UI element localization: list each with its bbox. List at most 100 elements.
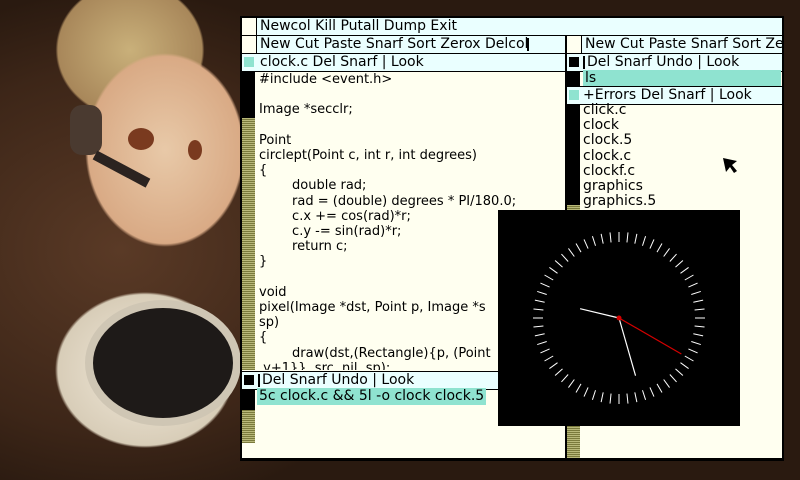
errors-window-body[interactable]: click.c clock clock.5 clock.c clockf.c graphi…	[583, 102, 773, 209]
clock-tick	[693, 299, 704, 303]
clock-tick	[583, 239, 589, 249]
clock-tick	[534, 299, 545, 303]
clock-tick	[626, 393, 629, 404]
code-line[interactable]: Point	[259, 133, 559, 148]
file-list-item[interactable]: clock.5	[583, 133, 773, 148]
clock-tick	[680, 267, 689, 274]
code-line[interactable]: {	[259, 163, 559, 178]
text-cursor	[527, 38, 529, 51]
clock-tick	[675, 368, 684, 376]
clock-tick	[642, 236, 647, 246]
clock-tick	[600, 392, 604, 403]
clock-tick	[675, 260, 684, 268]
clock-tick	[694, 308, 705, 311]
clock-tick	[694, 325, 705, 328]
file-list-item[interactable]: click.c	[583, 102, 773, 118]
clock-tick	[609, 232, 612, 243]
code-line[interactable]	[259, 87, 559, 102]
clock-tick	[554, 368, 563, 376]
file-list-item[interactable]: graphics	[583, 178, 773, 194]
clock-tick	[656, 243, 663, 253]
clock-window[interactable]	[498, 210, 740, 426]
clock-tick	[537, 341, 547, 346]
left-column-tag[interactable]: New Cut Paste Snarf Sort Zerox Delcol	[242, 36, 565, 54]
shell-window-scrollbar[interactable]	[567, 72, 580, 86]
clock-tick	[544, 355, 554, 362]
clock-tick	[591, 390, 596, 400]
clock-tick	[540, 348, 550, 354]
clock-tick	[663, 379, 670, 388]
clock-tick	[575, 383, 582, 393]
clock-tick	[533, 325, 544, 328]
clock-tick	[575, 243, 582, 253]
clock-tick	[537, 290, 547, 295]
clock-window-scrollbar[interactable]	[242, 72, 255, 370]
code-line[interactable]: circlept(Point c, int r, int degrees)	[259, 148, 559, 163]
clock-tick	[684, 274, 694, 281]
shell-window-body[interactable]: ls	[583, 70, 781, 86]
row-tag[interactable]: Newcol Kill Putall Dump Exit	[242, 18, 782, 36]
command-body[interactable]: 5c clock.c && 5l -o clock clock.5	[257, 388, 487, 405]
clock-tick	[688, 348, 698, 354]
code-line[interactable]: #include <event.h>	[259, 72, 559, 87]
window-layout-box-dark[interactable]	[569, 57, 579, 67]
code-line[interactable]: Image *secclr;	[259, 102, 559, 117]
window-layout-box-dark[interactable]	[244, 375, 254, 385]
row-tag-box	[242, 18, 257, 35]
clock-tick	[626, 232, 629, 243]
clock-tick	[634, 233, 638, 244]
col-tag-box	[242, 36, 257, 53]
code-line[interactable]: rad = (double) degrees * PI/180.0;	[259, 194, 559, 209]
clock-tick	[600, 233, 604, 244]
clock-tick	[656, 383, 663, 393]
clock-tick	[568, 379, 575, 388]
clock-tick	[591, 236, 596, 246]
clock-tick	[642, 390, 647, 400]
row-tag-label: Newcol Kill Putall Dump Exit	[260, 18, 457, 34]
clock-tick	[561, 253, 569, 262]
clock-center	[616, 315, 622, 321]
scroll-thumb[interactable]	[567, 105, 580, 205]
code-line[interactable]: double rad;	[259, 178, 559, 193]
clock-tick	[583, 387, 589, 397]
window-layout-box[interactable]	[569, 90, 579, 100]
clock-tick	[609, 393, 612, 404]
clock-tick	[634, 392, 638, 403]
mouse-pointer-icon	[723, 158, 737, 173]
analog-clock-face	[533, 232, 705, 404]
left-column-tag-label: New Cut Paste Snarf Sort Zerox Delcol	[260, 36, 529, 52]
file-list-item[interactable]: clock	[583, 118, 773, 133]
clock-tick	[649, 239, 655, 249]
scroll-thumb[interactable]	[242, 72, 255, 118]
file-list-item[interactable]: graphics.5	[583, 194, 773, 209]
hour-hand	[579, 308, 620, 319]
file-list-item[interactable]: clockf.c	[583, 163, 773, 179]
code-line[interactable]	[259, 118, 559, 133]
shell-window-tag-label: Del Snarf Undo | Look	[587, 54, 740, 70]
command-window-scrollbar[interactable]	[242, 390, 255, 443]
helmet-illustration	[85, 300, 241, 426]
clock-tick	[688, 282, 698, 288]
clock-tick	[693, 333, 704, 337]
left-eye-illustration	[128, 128, 154, 150]
clock-tick	[680, 362, 689, 369]
clock-tick	[684, 355, 694, 362]
col-tag-box	[567, 36, 582, 53]
clock-tick	[669, 253, 677, 262]
clock-tick	[549, 362, 558, 369]
command-window-tag-label: Del Snarf Undo | Look	[262, 372, 415, 388]
scroll-thumb[interactable]	[242, 390, 255, 410]
right-column-tag[interactable]: New Cut Paste Snarf Sort Zer	[567, 36, 782, 54]
window-layout-box[interactable]	[244, 57, 254, 67]
headset-illustration	[70, 105, 102, 155]
clock-tick	[544, 274, 554, 281]
text-cursor	[583, 56, 585, 69]
clock-tick	[534, 333, 545, 337]
clock-tick	[561, 374, 569, 383]
clock-tick	[669, 374, 677, 383]
right-column-tag-label: New Cut Paste Snarf Sort Zer	[585, 36, 782, 52]
clock-tick	[649, 387, 655, 397]
clock-window-tag-label: clock.c Del Snarf | Look	[260, 54, 424, 70]
file-list-item[interactable]: clock.c	[583, 148, 773, 164]
clock-window-tag[interactable]: clock.c Del Snarf | Look	[242, 54, 565, 72]
